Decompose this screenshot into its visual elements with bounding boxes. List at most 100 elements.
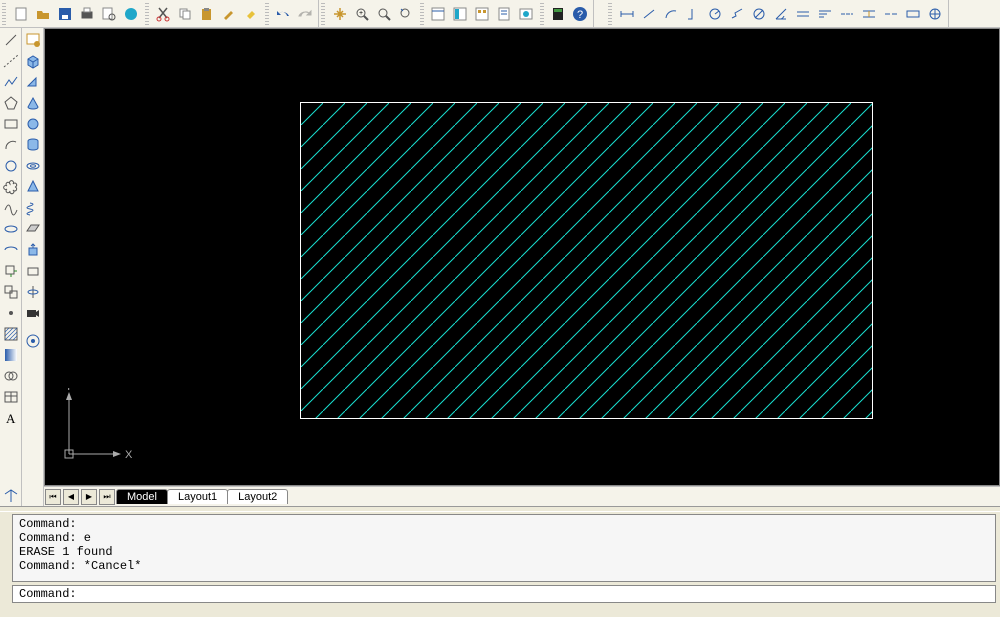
spline-tool[interactable]: [1, 198, 21, 218]
paint-button[interactable]: [241, 4, 261, 24]
tab-layout1[interactable]: Layout1: [167, 489, 228, 504]
cone-tool[interactable]: [23, 93, 43, 113]
poly-solid-tool[interactable]: [23, 261, 43, 281]
draw-toolbar: A: [0, 28, 22, 506]
tool-palettes-button[interactable]: [472, 4, 492, 24]
make-block-tool[interactable]: [1, 282, 21, 302]
tab-nav-first[interactable]: ⏮: [45, 489, 61, 505]
toolbar-grip[interactable]: [145, 3, 149, 25]
zoom-previous-button[interactable]: [396, 4, 416, 24]
command-input[interactable]: [84, 587, 989, 601]
insert-block-tool[interactable]: [1, 261, 21, 281]
table-tool[interactable]: [1, 387, 21, 407]
dim-break-button[interactable]: [881, 4, 901, 24]
region-tool[interactable]: [1, 366, 21, 386]
tab-nav-next[interactable]: ▶: [81, 489, 97, 505]
redo-button[interactable]: [295, 4, 315, 24]
pan-button[interactable]: [330, 4, 350, 24]
dim-continue-button[interactable]: [837, 4, 857, 24]
command-line: Command:: [19, 517, 989, 531]
dim-baseline-button[interactable]: [815, 4, 835, 24]
match-properties-button[interactable]: [219, 4, 239, 24]
construction-line-tool[interactable]: [1, 51, 21, 71]
dim-jogged-button[interactable]: [727, 4, 747, 24]
toolbar-grip[interactable]: [540, 3, 544, 25]
dim-diameter-button[interactable]: [749, 4, 769, 24]
dim-tolerance-button[interactable]: [903, 4, 923, 24]
dim-aligned-button[interactable]: [639, 4, 659, 24]
save-button[interactable]: [55, 4, 75, 24]
command-prompt-label: Command:: [19, 587, 77, 601]
pyramid-tool[interactable]: [23, 177, 43, 197]
command-history[interactable]: Command: Command: e ERASE 1 found Comman…: [12, 514, 996, 582]
point-tool[interactable]: [1, 303, 21, 323]
copy-button[interactable]: [175, 4, 195, 24]
dim-space-button[interactable]: [859, 4, 879, 24]
camera-tool[interactable]: [23, 303, 43, 323]
nav-wheel-tool[interactable]: [23, 331, 43, 351]
revolve-tool[interactable]: [23, 282, 43, 302]
tab-nav-last[interactable]: ⏭: [99, 489, 115, 505]
arc-tool[interactable]: [1, 135, 21, 155]
hatch-tool[interactable]: [1, 324, 21, 344]
svg-text:?: ?: [577, 9, 583, 21]
dim-linear-button[interactable]: [617, 4, 637, 24]
tab-nav-prev[interactable]: ◀: [63, 489, 79, 505]
tab-layout2[interactable]: Layout2: [227, 489, 288, 504]
print-button[interactable]: [77, 4, 97, 24]
markup-button[interactable]: [516, 4, 536, 24]
undo-button[interactable]: [273, 4, 293, 24]
revision-cloud-tool[interactable]: [1, 177, 21, 197]
torus-tool[interactable]: [23, 156, 43, 176]
toolbar-grip[interactable]: [265, 3, 269, 25]
wedge-tool[interactable]: [23, 72, 43, 92]
command-splitter[interactable]: [0, 506, 1000, 512]
sheet-set-button[interactable]: [494, 4, 514, 24]
line-tool[interactable]: [1, 30, 21, 50]
open-button[interactable]: [33, 4, 53, 24]
left-toolbars: A: [0, 28, 44, 506]
dim-radius-button[interactable]: [705, 4, 725, 24]
extrude-tool[interactable]: [23, 240, 43, 260]
text-tool[interactable]: A: [1, 408, 21, 428]
tab-model[interactable]: Model: [116, 489, 168, 504]
polygon-tool[interactable]: [1, 93, 21, 113]
svg-text:A: A: [6, 411, 16, 426]
properties-button[interactable]: [428, 4, 448, 24]
cut-button[interactable]: [153, 4, 173, 24]
new-button[interactable]: [11, 4, 31, 24]
workspace-button[interactable]: [23, 30, 43, 50]
sphere-tool[interactable]: [23, 114, 43, 134]
publish-button[interactable]: [121, 4, 141, 24]
toolbar-grip[interactable]: [2, 3, 6, 25]
dim-quick-button[interactable]: [793, 4, 813, 24]
toolbar-grip[interactable]: [608, 3, 612, 25]
print-preview-button[interactable]: [99, 4, 119, 24]
dim-arc-button[interactable]: [661, 4, 681, 24]
dim-center-button[interactable]: [925, 4, 945, 24]
help-button[interactable]: ?: [570, 4, 590, 24]
calc-button[interactable]: [548, 4, 568, 24]
extra-tool[interactable]: [1, 486, 21, 506]
paste-button[interactable]: [197, 4, 217, 24]
model-viewport[interactable]: Y X: [44, 28, 1000, 486]
zoom-window-button[interactable]: [374, 4, 394, 24]
circle-tool[interactable]: [1, 156, 21, 176]
design-center-button[interactable]: [450, 4, 470, 24]
zoom-realtime-button[interactable]: +: [352, 4, 372, 24]
dim-angular-button[interactable]: [771, 4, 791, 24]
svg-text:+: +: [359, 10, 363, 17]
command-input-row: Command:: [12, 585, 996, 603]
toolbar-grip[interactable]: [321, 3, 325, 25]
ellipse-tool[interactable]: [1, 219, 21, 239]
box-tool[interactable]: [23, 51, 43, 71]
polyline-tool[interactable]: [1, 72, 21, 92]
toolbar-grip[interactable]: [420, 3, 424, 25]
gradient-tool[interactable]: [1, 345, 21, 365]
ellipse-arc-tool[interactable]: [1, 240, 21, 260]
planar-surface-tool[interactable]: [23, 219, 43, 239]
rectangle-tool[interactable]: [1, 114, 21, 134]
cylinder-tool[interactable]: [23, 135, 43, 155]
helix-tool[interactable]: [23, 198, 43, 218]
dim-ordinate-button[interactable]: [683, 4, 703, 24]
